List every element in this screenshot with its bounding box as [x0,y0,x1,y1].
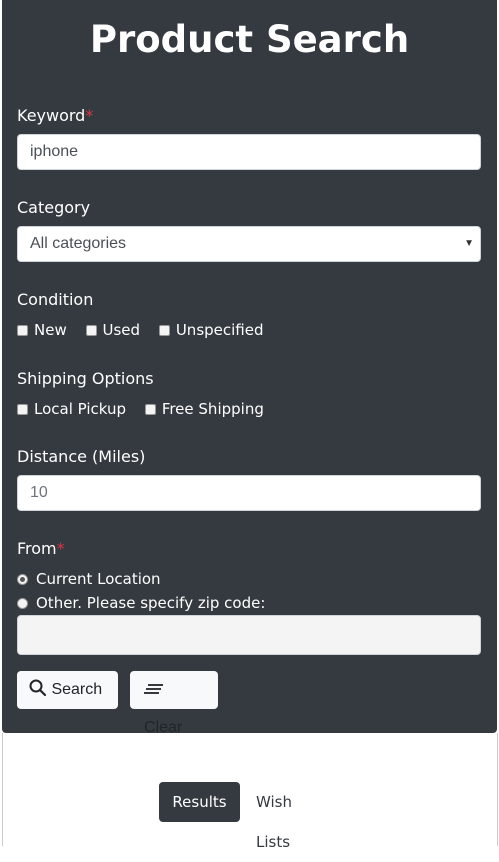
caret-down-icon: ▼ [464,238,474,249]
search-panel: Product Search Keyword* iphone Category … [2,0,497,736]
checkbox[interactable] [17,325,28,336]
clear-button[interactable]: Clear [130,671,218,736]
shipping-label: Shipping Options [17,369,154,388]
search-label: Search [51,681,103,698]
tab-wish-lists[interactable]: Wish Lists [256,782,292,851]
category-select[interactable]: All categories ▼ [17,226,481,262]
radio-current[interactable] [17,574,28,585]
keyword-label: Keyword* [17,106,94,125]
page-edge-left [2,733,3,846]
distance-label: Distance (Miles) [17,447,146,466]
from-current-option[interactable]: Current Location [17,570,161,588]
required-mark: * [56,539,65,558]
category-label: Category [17,198,91,217]
checkbox[interactable] [17,404,28,415]
shipping-free[interactable]: Free Shipping [144,400,264,418]
category-selected: All categories [30,235,127,252]
keyword-input[interactable]: iphone [17,134,481,170]
shipping-local-pickup[interactable]: Local Pickup [17,400,126,418]
tab-results[interactable]: Results [159,782,240,822]
from-other-option[interactable]: Other. Please specify zip code: [17,594,265,612]
distance-input[interactable]: 10 [17,475,481,511]
condition-new[interactable]: New [17,321,67,339]
checkbox[interactable] [144,404,156,415]
clear-label: Clear [144,719,183,736]
page-title: Product Search [89,18,410,61]
checkbox[interactable] [158,325,170,336]
condition-unspecified[interactable]: Unspecified [158,321,264,339]
zip-code-input[interactable] [17,615,481,655]
from-label: From* [17,539,65,558]
magnifier-icon [29,679,47,697]
required-mark: * [85,106,94,125]
search-button[interactable]: Search [17,671,118,709]
page-edge-right [497,733,498,846]
shipping-options: Local Pickup Free Shipping [17,400,278,418]
checkbox[interactable] [85,325,97,336]
condition-label: Condition [17,290,94,309]
radio-other[interactable] [17,598,28,609]
condition-options: New Used Unspecified [17,321,278,339]
condition-used[interactable]: Used [85,321,140,339]
clear-lines-icon [144,684,163,694]
